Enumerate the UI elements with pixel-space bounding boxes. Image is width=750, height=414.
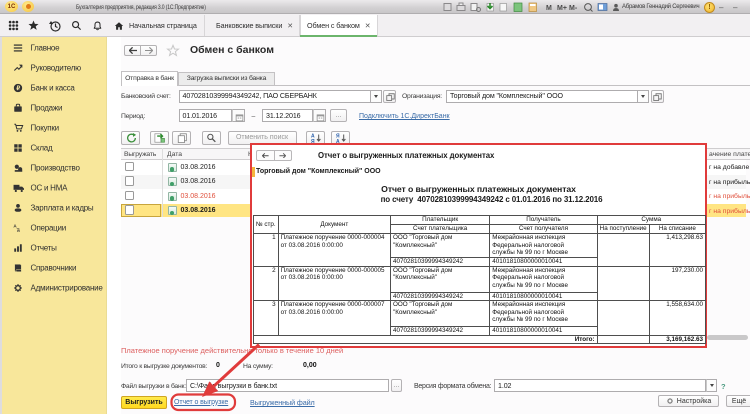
svg-text:я: я [17, 228, 20, 233]
svg-text:₽: ₽ [16, 85, 20, 92]
svg-text:М: М [546, 5, 552, 12]
svg-text:М-: М- [569, 5, 578, 12]
svg-text:М+: М+ [557, 5, 567, 12]
